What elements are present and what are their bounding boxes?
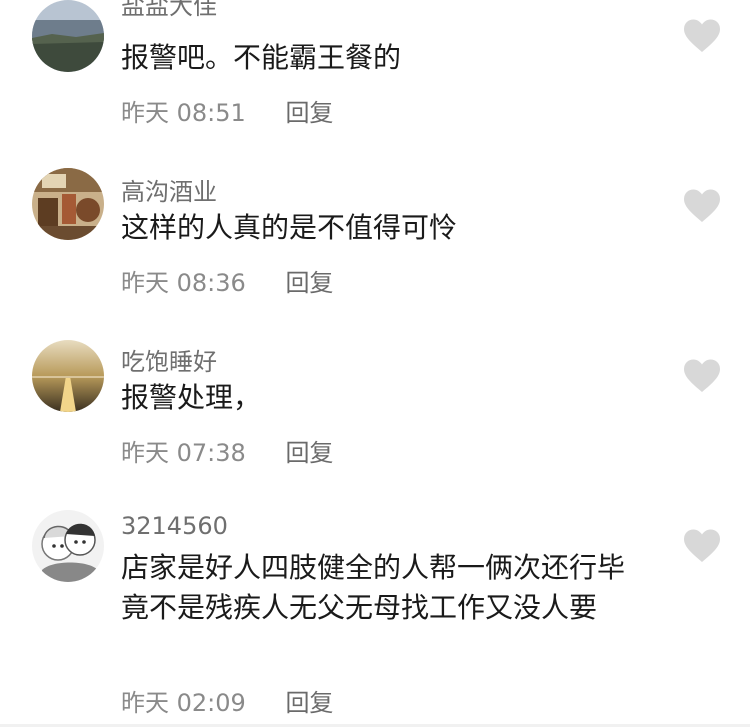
avatar[interactable]	[32, 340, 104, 412]
avatar[interactable]	[32, 0, 104, 72]
anime-avatar-icon	[32, 510, 104, 582]
reply-button[interactable]: 回复	[285, 263, 333, 298]
comment-meta: 昨天 02:09 回复	[121, 683, 333, 718]
comment-meta: 昨天 08:36 回复	[121, 263, 333, 298]
interior-avatar-icon	[32, 168, 104, 240]
comment-time: 昨天 07:38	[121, 439, 246, 467]
commenter-name[interactable]: 高沟酒业	[121, 172, 217, 207]
commenter-name[interactable]: 3214560	[121, 512, 228, 540]
reply-button[interactable]: 回复	[285, 683, 333, 718]
comment-text: 这样的人真的是不值得可怜	[121, 211, 458, 244]
sunset-avatar-icon	[32, 340, 104, 412]
comment-meta: 昨天 08:51 回复	[121, 93, 333, 128]
commenter-name[interactable]: 盐盐大佳	[121, 0, 217, 21]
comment-text: 报警处理，	[121, 381, 262, 414]
heart-icon[interactable]	[682, 18, 722, 54]
landscape-avatar-icon	[32, 0, 104, 72]
comment-text: 店家是好人四肢健全的人帮一俩次还行毕竟不是残疾人无父无母找工作又没人要	[121, 551, 626, 624]
reply-button[interactable]: 回复	[285, 93, 333, 128]
heart-icon[interactable]	[682, 358, 722, 394]
avatar[interactable]	[32, 168, 104, 240]
comment-meta: 昨天 07:38 回复	[121, 433, 333, 468]
heart-icon[interactable]	[682, 188, 722, 224]
avatar[interactable]	[32, 510, 104, 582]
reply-button[interactable]: 回复	[285, 433, 333, 468]
comment-time: 昨天 08:51	[121, 99, 246, 127]
comment-text: 报警吧。不能霸王餐的	[121, 41, 402, 74]
heart-icon[interactable]	[682, 528, 722, 564]
comment-time: 昨天 08:36	[121, 269, 246, 297]
comment-time: 昨天 02:09	[121, 689, 246, 717]
commenter-name[interactable]: 吃饱睡好	[121, 342, 217, 377]
